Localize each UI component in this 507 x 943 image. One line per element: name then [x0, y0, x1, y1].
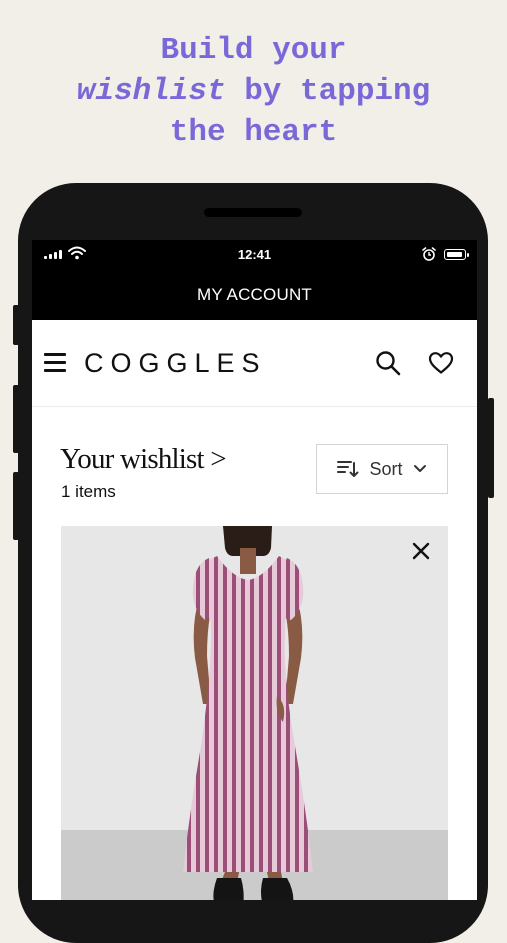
- battery-level: [446, 251, 462, 257]
- striped-dress-image[interactable]: [61, 526, 448, 900]
- menu-icon[interactable]: [44, 353, 68, 373]
- sort-icon: [337, 461, 359, 477]
- promo-line-3: the heart: [169, 115, 338, 150]
- promo-headline: Build your wishlist by tapping the heart: [0, 30, 507, 153]
- app-header: COGGLES: [32, 320, 477, 407]
- wishlist-title[interactable]: Your wishlist >: [60, 443, 227, 476]
- phone-screen: 12:41 MY ACCOUNT COGGLES Your wishlist >…: [32, 240, 477, 900]
- sort-label: Sort: [369, 458, 403, 479]
- promo-line-1: Build your: [160, 33, 347, 68]
- search-icon[interactable]: [375, 350, 401, 376]
- heart-icon[interactable]: [428, 351, 454, 375]
- promo-line-2: wishlist by tapping: [0, 71, 507, 112]
- alarm-icon: [422, 247, 436, 261]
- phone-side-button: [488, 398, 494, 498]
- status-time: 12:41: [237, 247, 272, 262]
- promo-emphasis: wishlist: [76, 74, 226, 109]
- phone-side-button: [13, 385, 19, 453]
- promo-line-2-rest: by tapping: [225, 74, 431, 109]
- close-icon[interactable]: [410, 540, 432, 562]
- sort-button[interactable]: Sort: [316, 444, 448, 494]
- account-title: MY ACCOUNT: [196, 285, 313, 304]
- battery-icon: [444, 249, 469, 260]
- wishlist-count: 1 items: [61, 482, 116, 501]
- brand-logo[interactable]: COGGLES: [84, 348, 267, 379]
- chevron-down-icon: [413, 465, 426, 472]
- phone-side-button: [13, 472, 19, 540]
- phone-speaker: [204, 208, 302, 217]
- status-bar: 12:41: [32, 240, 477, 270]
- phone-side-button: [13, 305, 19, 345]
- account-bar: MY ACCOUNT: [32, 270, 477, 320]
- product-card[interactable]: [61, 526, 448, 900]
